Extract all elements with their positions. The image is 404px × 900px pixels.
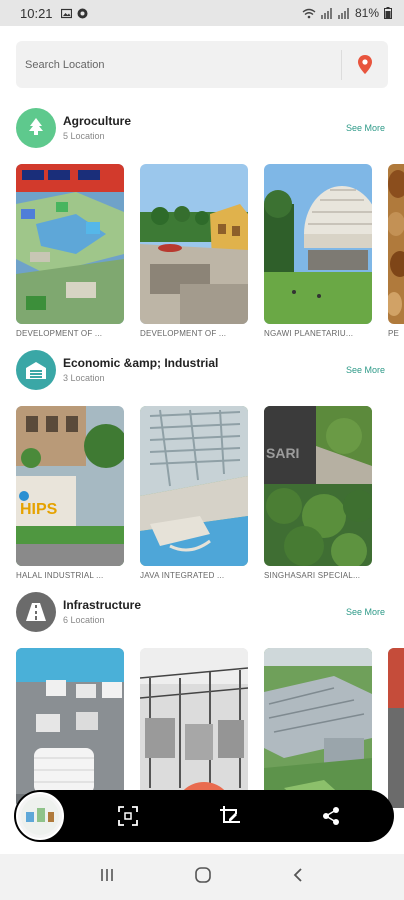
- section-header: Agroculture 5 Location See More: [0, 108, 404, 152]
- location-card[interactable]: DEVELOPMENT OF ...: [16, 164, 124, 338]
- section-count: 3 Location: [63, 373, 105, 383]
- section-title: Economic &amp; Industrial: [63, 356, 219, 370]
- card-image: [16, 648, 124, 808]
- location-card[interactable]: HIPS HALAL INDUSTRIAL ...: [16, 406, 124, 580]
- status-right: 81%: [302, 6, 392, 20]
- share-button[interactable]: [318, 803, 344, 829]
- search-bar[interactable]: Search Location: [16, 41, 388, 88]
- search-input[interactable]: Search Location: [16, 59, 341, 71]
- card-caption: DEVELOPMENT OF ...: [140, 329, 227, 338]
- wifi-icon: [302, 8, 316, 18]
- card-caption: SINGHASARI SPECIAL...: [264, 571, 361, 580]
- section-title: Agroculture: [63, 114, 132, 128]
- see-more-link[interactable]: See More: [346, 365, 385, 375]
- card-caption: PE: [388, 329, 400, 338]
- card-caption: JAVA INTEGRATED ...: [140, 571, 225, 580]
- gallery-icon: [60, 8, 72, 18]
- card-image: [388, 164, 404, 324]
- card-image: [388, 648, 404, 808]
- card-caption: HALAL INDUSTRIAL ...: [16, 571, 104, 580]
- card-image: [16, 164, 124, 324]
- crop-edit-icon: [220, 806, 240, 823]
- factory-icon: [16, 350, 56, 390]
- hips-sign: HIPS: [20, 501, 58, 518]
- home-icon: [195, 866, 211, 883]
- section-title: Infrastructure: [63, 598, 142, 612]
- location-pin-icon: [358, 55, 372, 74]
- section-agroculture: Agroculture 5 Location See More DEVELOPM…: [0, 108, 404, 338]
- location-card[interactable]: [16, 648, 124, 808]
- notification-icon: [77, 8, 88, 18]
- screen: 10:21 81% Search Location Agroculture 5 …: [0, 0, 404, 900]
- battery-icon: [384, 7, 392, 19]
- location-card[interactable]: [140, 648, 248, 808]
- location-card[interactable]: PE: [388, 164, 404, 338]
- location-card[interactable]: DEVELOPMENT OF ...: [140, 164, 248, 338]
- thumbnail-preview-icon: [21, 797, 59, 835]
- recent-apps-icon: [101, 868, 114, 881]
- card-list[interactable]: DEVELOPMENT OF ... DEVELOPMENT OF ... NG…: [16, 164, 404, 344]
- tree-icon: [16, 108, 56, 148]
- location-card[interactable]: SARI SINGHASARI SPECIAL...: [264, 406, 372, 580]
- edit-button[interactable]: [217, 803, 243, 829]
- section-header: Infrastructure 6 Location See More: [0, 592, 404, 636]
- section-count: 6 Location: [63, 615, 105, 625]
- card-image: [264, 164, 372, 324]
- card-image: [264, 648, 372, 808]
- home-button[interactable]: [194, 866, 212, 889]
- see-more-link[interactable]: See More: [346, 607, 385, 617]
- share-icon: [323, 807, 339, 825]
- section-header: Economic &amp; Industrial 3 Location See…: [0, 350, 404, 394]
- location-card[interactable]: NGAWI PLANETARIU...: [264, 164, 372, 338]
- location-pin-button[interactable]: [342, 55, 388, 74]
- road-icon: [16, 592, 56, 632]
- section-economic-industrial: Economic &amp; Industrial 3 Location See…: [0, 350, 404, 580]
- signal-icon: [320, 7, 332, 19]
- card-caption: NGAWI PLANETARIU...: [264, 329, 354, 338]
- location-card[interactable]: [264, 648, 372, 808]
- recent-apps-button[interactable]: [99, 867, 115, 888]
- card-image: [140, 164, 248, 324]
- back-button[interactable]: [291, 867, 305, 888]
- status-bar: 10:21 81%: [0, 0, 404, 26]
- navigation-bar: [0, 854, 404, 900]
- card-list[interactable]: HIPS HALAL INDUSTRIAL ... JAVA INTEGRATE…: [16, 406, 404, 586]
- signal-icon-2: [337, 7, 349, 19]
- card-caption: DEVELOPMENT OF ...: [16, 329, 103, 338]
- location-card[interactable]: [388, 648, 404, 808]
- battery-percent: 81%: [354, 6, 379, 20]
- scan-button[interactable]: [115, 803, 141, 829]
- scan-icon: [118, 806, 138, 826]
- section-infrastructure: Infrastructure 6 Location See More: [0, 592, 404, 808]
- card-image: [140, 648, 248, 808]
- screenshot-thumbnail[interactable]: [16, 792, 64, 840]
- status-time: 10:21: [20, 5, 53, 21]
- card-image: [140, 406, 248, 566]
- location-card[interactable]: JAVA INTEGRATED ...: [140, 406, 248, 580]
- card-image: HIPS: [16, 406, 124, 566]
- sari-sign: SARI: [266, 445, 299, 461]
- section-count: 5 Location: [63, 131, 105, 141]
- see-more-link[interactable]: See More: [346, 123, 385, 133]
- card-image: SARI: [264, 406, 372, 566]
- back-icon: [293, 867, 302, 882]
